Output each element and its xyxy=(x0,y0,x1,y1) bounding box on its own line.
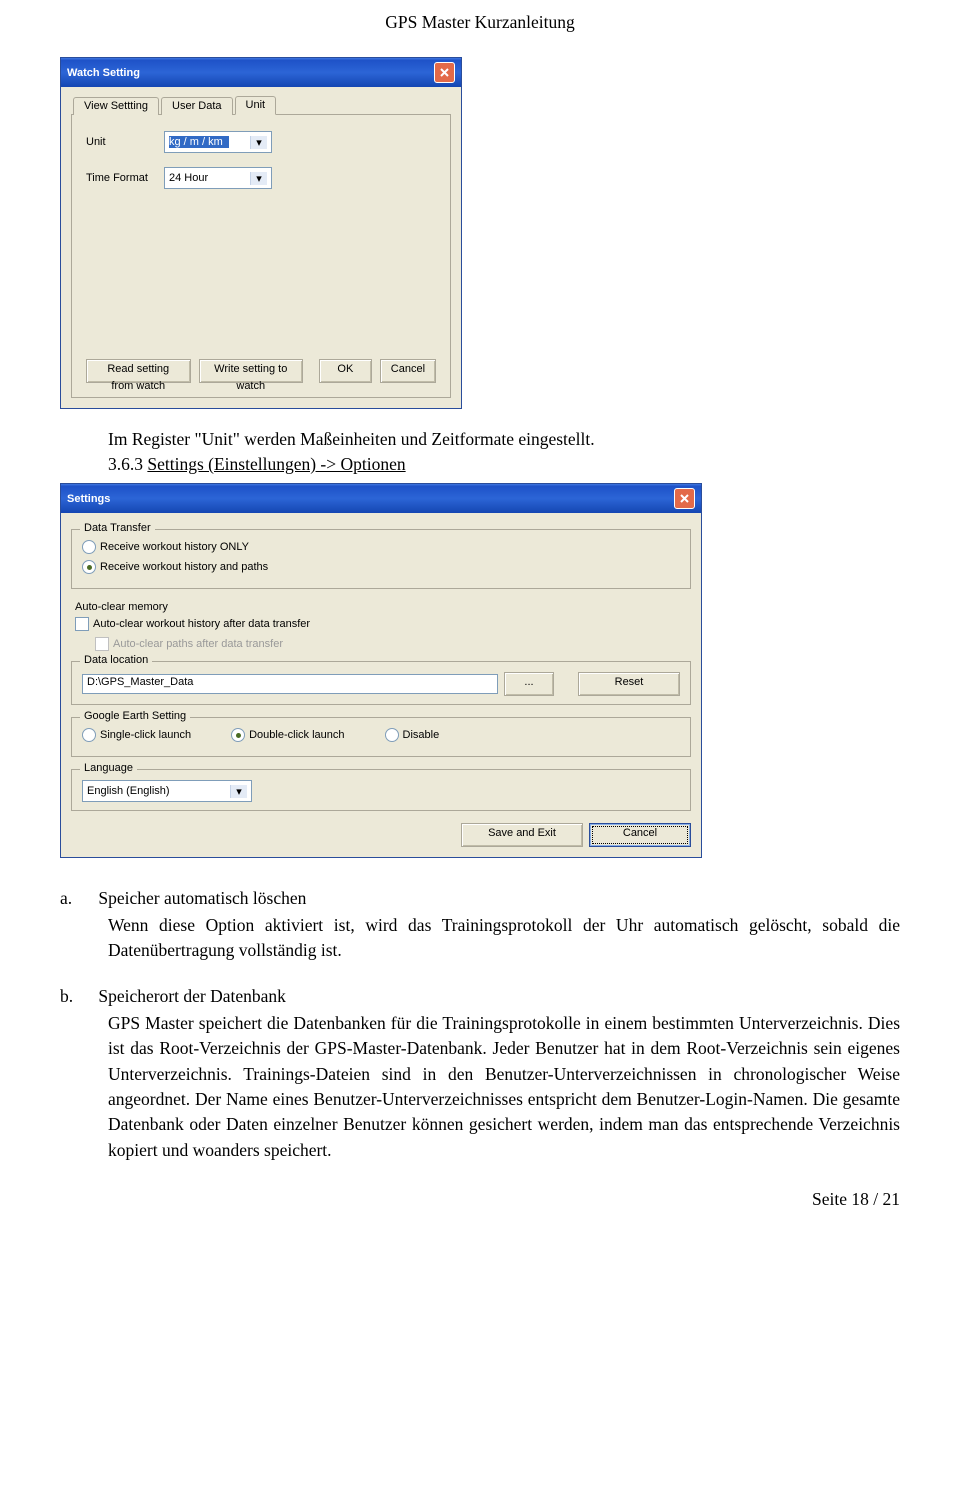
subsection-title: Speicher automatisch löschen xyxy=(98,888,306,908)
data-location-group: Data location D:\GPS_Master_Data ... Res… xyxy=(71,661,691,705)
radio-label: Receive workout history and paths xyxy=(100,561,268,573)
list-letter-b: b. xyxy=(60,986,94,1007)
group-title: Language xyxy=(80,762,137,774)
close-icon[interactable] xyxy=(674,488,695,509)
chevron-down-icon: ▾ xyxy=(250,172,267,185)
settings-dialog: Settings Data Transfer Receive workout h… xyxy=(60,483,702,858)
radio-single-click[interactable] xyxy=(82,728,96,742)
body-text: GPS Master speichert die Datenbanken für… xyxy=(108,1011,900,1163)
google-earth-group: Google Earth Setting Single-click launch… xyxy=(71,717,691,757)
tab-user-data[interactable]: User Data xyxy=(161,97,233,115)
radio-label: Disable xyxy=(403,729,440,741)
auto-clear-heading: Auto-clear memory xyxy=(75,601,691,613)
chevron-down-icon: ▾ xyxy=(230,785,247,798)
language-dropdown[interactable]: English (English) ▾ xyxy=(82,780,252,802)
data-location-input[interactable]: D:\GPS_Master_Data xyxy=(82,674,498,694)
radio-label: Double-click launch xyxy=(249,729,344,741)
reset-button[interactable]: Reset xyxy=(578,672,680,696)
radio-label: Single-click launch xyxy=(100,729,191,741)
tab-view-setting[interactable]: View Settting xyxy=(73,97,159,115)
body-text: Wenn diese Option aktiviert ist, wird da… xyxy=(108,913,900,964)
radio-history-and-paths[interactable] xyxy=(82,560,96,574)
dialog-titlebar[interactable]: Settings xyxy=(61,484,701,513)
dialog-title: Settings xyxy=(67,493,110,505)
read-from-watch-button[interactable]: Read setting from watch xyxy=(86,359,191,383)
document-header: GPS Master Kurzanleitung xyxy=(60,12,900,33)
body-text: Im Register "Unit" werden Maßeinheiten u… xyxy=(108,429,900,450)
auto-clear-section: Auto-clear memory Auto-clear workout his… xyxy=(75,601,691,651)
radio-double-click[interactable] xyxy=(231,728,245,742)
list-letter-a: a. xyxy=(60,888,94,909)
checkbox-autoclear-paths xyxy=(95,637,109,651)
data-transfer-group: Data Transfer Receive workout history ON… xyxy=(71,529,691,589)
language-value: English (English) xyxy=(87,785,176,797)
unit-dropdown[interactable]: kg / m / km ▾ xyxy=(164,131,272,153)
group-title: Data location xyxy=(80,654,152,666)
radio-label: Receive workout history ONLY xyxy=(100,541,249,553)
time-format-value: 24 Hour xyxy=(169,172,214,184)
unit-value: kg / m / km xyxy=(169,136,229,148)
group-title: Google Earth Setting xyxy=(80,710,190,722)
write-to-watch-button[interactable]: Write setting to watch xyxy=(199,359,304,383)
checkbox-label: Auto-clear workout history after data tr… xyxy=(93,618,310,630)
dialog-titlebar[interactable]: Watch Setting xyxy=(61,58,461,87)
dialog-title: Watch Setting xyxy=(67,67,140,79)
watch-setting-dialog: Watch Setting View Settting User Data Un… xyxy=(60,57,462,409)
close-icon[interactable] xyxy=(434,62,455,83)
radio-disable[interactable] xyxy=(385,728,399,742)
group-title: Data Transfer xyxy=(80,522,155,534)
page-footer: Seite 18 / 21 xyxy=(60,1189,900,1210)
checkbox-autoclear-history[interactable] xyxy=(75,617,89,631)
save-and-exit-button[interactable]: Save and Exit xyxy=(461,823,583,847)
section-number: 3.6.3 xyxy=(108,454,147,474)
cancel-button[interactable]: Cancel xyxy=(380,359,436,383)
section-title: Settings (Einstellungen) -> Optionen xyxy=(147,454,405,474)
ok-button[interactable]: OK xyxy=(319,359,372,383)
cancel-button[interactable]: Cancel xyxy=(589,823,691,847)
radio-history-only[interactable] xyxy=(82,540,96,554)
language-group: Language English (English) ▾ xyxy=(71,769,691,811)
tab-unit[interactable]: Unit xyxy=(235,96,277,115)
checkbox-label-disabled: Auto-clear paths after data transfer xyxy=(113,638,283,650)
chevron-down-icon: ▾ xyxy=(250,136,267,149)
time-format-label: Time Format xyxy=(86,172,164,184)
time-format-dropdown[interactable]: 24 Hour ▾ xyxy=(164,167,272,189)
subsection-title: Speicherort der Datenbank xyxy=(98,986,286,1006)
browse-button[interactable]: ... xyxy=(504,672,554,696)
unit-label: Unit xyxy=(86,136,164,148)
